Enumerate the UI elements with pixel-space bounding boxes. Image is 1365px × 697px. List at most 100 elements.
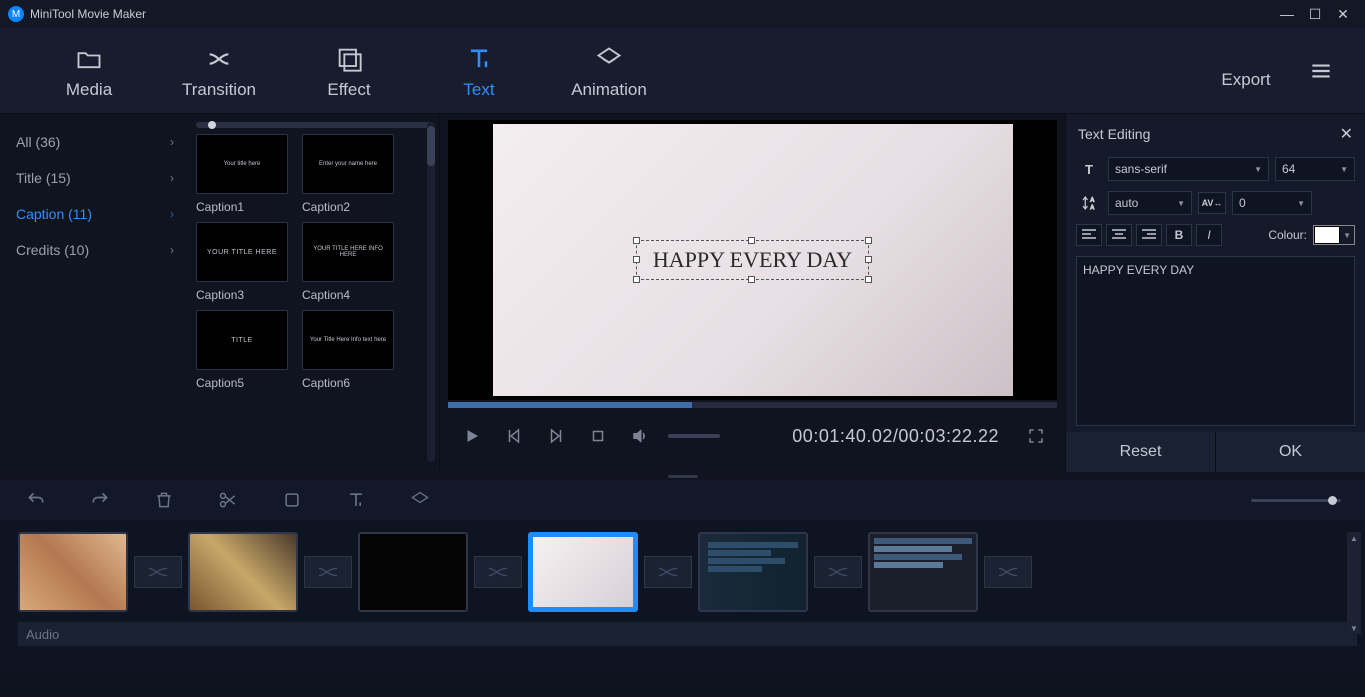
export-label: Export <box>1221 70 1270 90</box>
line-height-select[interactable]: auto▼ <box>1108 191 1192 215</box>
transition-slot[interactable] <box>814 556 862 588</box>
text-editing-panel: Text Editing ✕ T sans-serif▼ 64▼ AA auto… <box>1065 114 1365 472</box>
stop-button[interactable] <box>584 422 612 450</box>
resize-handle-t[interactable] <box>748 237 755 244</box>
align-left-button[interactable] <box>1076 224 1102 246</box>
category-credits-label: Credits (10) <box>16 242 89 258</box>
undo-button[interactable] <box>24 488 48 512</box>
resize-handle-bl[interactable] <box>633 276 640 283</box>
thumbnail-caption6[interactable]: Your Title Here Info text here <box>302 310 394 370</box>
resize-handle-b[interactable] <box>748 276 755 283</box>
svg-text:A: A <box>1091 198 1095 204</box>
alignment-group: B I <box>1076 224 1222 246</box>
thumbnail-caption3[interactable]: YOUR TITLE HERE <box>196 222 288 282</box>
text-tool-button[interactable] <box>344 488 368 512</box>
transition-slot[interactable] <box>984 556 1032 588</box>
effect-icon <box>335 42 363 76</box>
tab-effect[interactable]: Effect <box>284 42 414 100</box>
tracking-icon: AV↔ <box>1198 192 1226 214</box>
ok-button[interactable]: OK <box>1215 432 1365 472</box>
timeline-toolbar <box>0 480 1365 520</box>
thumb-size-slider[interactable] <box>196 122 433 128</box>
timeline-clip-6[interactable] <box>868 532 978 612</box>
italic-button[interactable]: I <box>1196 224 1222 246</box>
fullscreen-button[interactable] <box>1025 425 1047 447</box>
font-size-select[interactable]: 64▼ <box>1275 157 1355 181</box>
redo-button[interactable] <box>88 488 112 512</box>
line-height-icon: AA <box>1076 190 1102 216</box>
library-panel: All (36)› Title (15)› Caption (11)› Cred… <box>0 114 440 472</box>
font-select[interactable]: sans-serif▼ <box>1108 157 1269 181</box>
minimize-button[interactable]: — <box>1273 4 1301 24</box>
scroll-down-icon[interactable]: ▼ <box>1347 622 1361 634</box>
menu-button[interactable] <box>1301 58 1341 84</box>
resize-handle-tr[interactable] <box>865 237 872 244</box>
text-content-input[interactable]: HAPPY EVERY DAY <box>1076 256 1355 426</box>
timeline-clip-3[interactable] <box>358 532 468 612</box>
tab-media[interactable]: Media <box>24 42 154 100</box>
delete-button[interactable] <box>152 488 176 512</box>
transition-slot[interactable] <box>304 556 352 588</box>
timeline-clip-5[interactable] <box>698 532 808 612</box>
resize-handle-l[interactable] <box>633 256 640 263</box>
thumbnail-label: Caption4 <box>302 288 394 302</box>
preview-progress-bar[interactable] <box>448 402 1057 408</box>
panel-close-button[interactable]: ✕ <box>1340 124 1353 144</box>
export-button[interactable]: Export <box>1201 51 1291 90</box>
prev-frame-button[interactable] <box>500 422 528 450</box>
category-list: All (36)› Title (15)› Caption (11)› Cred… <box>0 114 190 472</box>
timeline-vertical-scrollbar[interactable]: ▲ ▼ <box>1347 532 1361 634</box>
resize-handle-br[interactable] <box>865 276 872 283</box>
maximize-button[interactable]: ☐ <box>1301 4 1329 24</box>
effect-tool-button[interactable] <box>408 488 432 512</box>
thumbnail-caption1[interactable]: Your title here <box>196 134 288 194</box>
timeline-zoom-slider[interactable] <box>1251 499 1341 502</box>
thumbnail-label: Caption6 <box>302 376 394 390</box>
transition-slot[interactable] <box>644 556 692 588</box>
colour-picker[interactable]: ▼ <box>1313 225 1355 245</box>
transition-slot[interactable] <box>134 556 182 588</box>
panel-resize-grip[interactable] <box>0 472 1365 480</box>
app-logo-icon: M <box>8 6 24 22</box>
preview-canvas: HAPPY EVERY DAY <box>493 124 1013 396</box>
resize-handle-r[interactable] <box>865 256 872 263</box>
category-caption[interactable]: Caption (11)› <box>0 196 190 232</box>
chevron-right-icon: › <box>170 135 174 149</box>
thumbnail-caption5[interactable]: TITLE <box>196 310 288 370</box>
preview-controls: 00:01:40.02/00:03:22.22 <box>448 408 1057 464</box>
category-all[interactable]: All (36)› <box>0 124 190 160</box>
category-title[interactable]: Title (15)› <box>0 160 190 196</box>
align-center-button[interactable] <box>1106 224 1132 246</box>
titlebar: M MiniTool Movie Maker — ☐ ✕ <box>0 0 1365 28</box>
resize-handle-tl[interactable] <box>633 237 640 244</box>
close-button[interactable]: ✕ <box>1329 4 1357 24</box>
split-button[interactable] <box>216 488 240 512</box>
timeline-clip-1[interactable] <box>18 532 128 612</box>
audio-track-label[interactable]: Audio <box>18 622 1357 646</box>
timeline-clip-2[interactable] <box>188 532 298 612</box>
tab-text[interactable]: Text <box>414 42 544 100</box>
text-bounding-box[interactable]: HAPPY EVERY DAY <box>636 240 869 280</box>
preview-panel: HAPPY EVERY DAY 00:01:40.02/00:03 <box>440 114 1065 472</box>
thumbnail-scrollbar[interactable] <box>427 122 435 462</box>
reset-button[interactable]: Reset <box>1066 432 1215 472</box>
crop-button[interactable] <box>280 488 304 512</box>
scroll-up-icon[interactable]: ▲ <box>1347 532 1361 544</box>
category-credits[interactable]: Credits (10)› <box>0 232 190 268</box>
volume-slider[interactable] <box>668 434 720 438</box>
next-frame-button[interactable] <box>542 422 570 450</box>
timeline-clip-4[interactable] <box>528 532 638 612</box>
tab-animation[interactable]: Animation <box>544 42 674 100</box>
play-button[interactable] <box>458 422 486 450</box>
align-right-button[interactable] <box>1136 224 1162 246</box>
preview-viewport[interactable]: HAPPY EVERY DAY <box>448 120 1057 400</box>
thumbnail-caption4[interactable]: YOUR TITLE HERE INFO HERE <box>302 222 394 282</box>
volume-button[interactable] <box>626 422 654 450</box>
transition-slot[interactable] <box>474 556 522 588</box>
main-toolbar: Media Transition Effect Text Animation E… <box>0 28 1365 114</box>
thumbnail-caption2[interactable]: Enter your name here <box>302 134 394 194</box>
tab-transition[interactable]: Transition <box>154 42 284 100</box>
colour-label: Colour: <box>1268 228 1307 242</box>
tracking-select[interactable]: 0▼ <box>1232 191 1312 215</box>
bold-button[interactable]: B <box>1166 224 1192 246</box>
